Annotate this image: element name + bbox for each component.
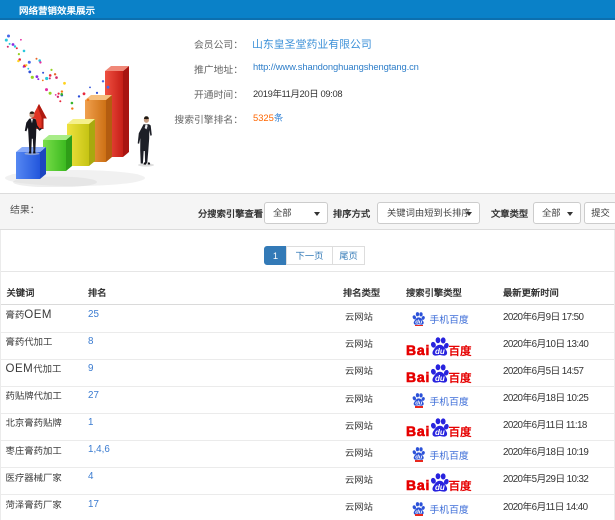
svg-text:du: du bbox=[434, 347, 444, 356]
svg-text:du: du bbox=[434, 428, 444, 437]
svg-text:du: du bbox=[434, 483, 444, 492]
svg-text:du: du bbox=[434, 374, 444, 383]
